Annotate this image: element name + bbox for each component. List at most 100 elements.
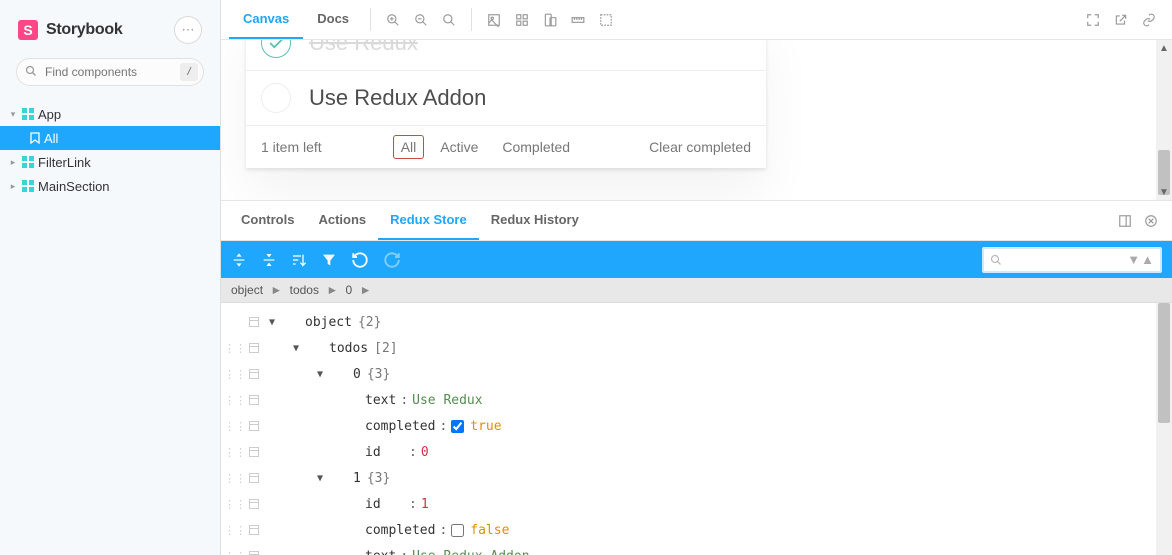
zoom-reset-icon[interactable] xyxy=(442,13,456,27)
addon-tab-redux-store[interactable]: Redux Store xyxy=(378,201,479,240)
tab-docs[interactable]: Docs xyxy=(303,0,363,39)
insert-icon[interactable] xyxy=(243,368,265,380)
insert-icon[interactable] xyxy=(243,394,265,406)
json-node-item[interactable]: ⋮⋮ ▼ 1 {3} xyxy=(221,465,1172,491)
check-circle-icon[interactable] xyxy=(261,40,291,58)
drag-handle-icon[interactable]: ⋮⋮ xyxy=(227,446,243,459)
addon-scrollbar[interactable] xyxy=(1156,303,1172,555)
open-tab-icon[interactable] xyxy=(1114,13,1128,27)
json-key: 0 xyxy=(353,367,361,382)
canvas-scrollbar[interactable]: ▲ ▼ xyxy=(1156,40,1172,200)
measure-icon[interactable] xyxy=(571,13,585,27)
breadcrumb-part[interactable]: object xyxy=(231,283,263,297)
json-value[interactable]: false xyxy=(470,523,509,538)
filter-completed[interactable]: Completed xyxy=(494,135,578,159)
json-value[interactable]: true xyxy=(470,419,501,434)
scroll-up-icon[interactable]: ▲ xyxy=(1156,40,1172,56)
caret-right-icon: ▸ xyxy=(8,181,18,192)
caret-down-icon[interactable]: ▼ xyxy=(265,317,279,328)
zoom-in-icon[interactable] xyxy=(386,13,400,27)
insert-icon[interactable] xyxy=(243,498,265,510)
json-value[interactable]: 1 xyxy=(421,497,429,512)
scroll-down-icon[interactable]: ▼ xyxy=(1156,184,1172,200)
tree-item-all[interactable]: All xyxy=(0,126,220,150)
json-count: [2] xyxy=(374,341,397,356)
json-node-item[interactable]: ⋮⋮ ▼ 0 {3} xyxy=(221,361,1172,387)
insert-icon[interactable] xyxy=(243,316,265,328)
fullscreen-icon[interactable] xyxy=(1086,13,1100,27)
insert-icon[interactable] xyxy=(243,524,265,536)
drag-handle-icon[interactable]: ⋮⋮ xyxy=(227,550,243,555)
drag-handle-icon[interactable]: ⋮⋮ xyxy=(227,394,243,407)
link-icon[interactable] xyxy=(1142,13,1156,27)
colon: : xyxy=(439,523,447,538)
json-field[interactable]: ⋮⋮ id : 1 xyxy=(221,491,1172,517)
sort-icon[interactable] xyxy=(291,252,307,268)
json-value[interactable]: 0 xyxy=(421,445,429,460)
caret-down-icon[interactable]: ▼ xyxy=(313,473,327,484)
todo-item[interactable]: Use Redux Addon xyxy=(246,71,766,126)
circle-icon[interactable] xyxy=(261,83,291,113)
panel-position-icon[interactable] xyxy=(1118,214,1132,228)
undo-icon[interactable] xyxy=(351,251,369,269)
json-field[interactable]: ⋮⋮ completed : true xyxy=(221,413,1172,439)
drag-handle-icon[interactable]: ⋮⋮ xyxy=(227,420,243,433)
drag-handle-icon[interactable]: ⋮⋮ xyxy=(227,498,243,511)
drag-handle-icon[interactable]: ⋮⋮ xyxy=(227,524,243,537)
tab-canvas[interactable]: Canvas xyxy=(229,0,303,39)
json-value[interactable]: Use Redux Addon xyxy=(412,549,529,555)
tree-item-mainsection[interactable]: ▸ MainSection xyxy=(0,174,220,198)
redo-icon[interactable] xyxy=(383,251,401,269)
insert-icon[interactable] xyxy=(243,420,265,432)
search-prev-icon[interactable]: ▲ xyxy=(1141,252,1154,267)
tree-item-filterlink[interactable]: ▸ FilterLink xyxy=(0,150,220,174)
filter-active[interactable]: Active xyxy=(432,135,486,159)
zoom-out-icon[interactable] xyxy=(414,13,428,27)
json-field[interactable]: ⋮⋮ text : Use Redux xyxy=(221,387,1172,413)
expand-all-icon[interactable] xyxy=(231,252,247,268)
bool-checkbox[interactable] xyxy=(451,420,464,433)
search-next-icon[interactable]: ▼ xyxy=(1127,252,1140,267)
app-root: S Storybook ⋯ / ▾ App xyxy=(0,0,1172,555)
clear-completed-button[interactable]: Clear completed xyxy=(649,139,751,155)
insert-icon[interactable] xyxy=(243,342,265,354)
insert-icon[interactable] xyxy=(243,472,265,484)
collapse-all-icon[interactable] xyxy=(261,252,277,268)
json-field[interactable]: ⋮⋮ id : 0 xyxy=(221,439,1172,465)
json-field[interactable]: ⋮⋮ completed : false xyxy=(221,517,1172,543)
json-field[interactable]: ⋮⋮ text : Use Redux Addon xyxy=(221,543,1172,555)
addon-tab-redux-history[interactable]: Redux History xyxy=(479,201,591,240)
tree-item-app[interactable]: ▾ App xyxy=(0,102,220,126)
breadcrumb-part[interactable]: todos xyxy=(290,283,319,297)
close-panel-icon[interactable] xyxy=(1144,214,1158,228)
caret-down-icon[interactable]: ▼ xyxy=(313,369,327,380)
json-node-root[interactable]: ▼ object {2} xyxy=(221,309,1172,335)
bookmark-icon xyxy=(30,132,40,144)
todo-item[interactable]: Use Redux xyxy=(246,40,766,71)
logo[interactable]: S Storybook xyxy=(18,20,122,40)
drag-handle-icon[interactable]: ⋮⋮ xyxy=(227,342,243,355)
addon-tab-controls[interactable]: Controls xyxy=(229,201,306,240)
filter-icon[interactable] xyxy=(321,252,337,268)
json-value[interactable]: Use Redux xyxy=(412,393,482,408)
background-icon[interactable] xyxy=(487,13,501,27)
json-node-todos[interactable]: ⋮⋮ ▼ todos [2] xyxy=(221,335,1172,361)
grid-icon[interactable] xyxy=(515,13,529,27)
toolbar-right xyxy=(1086,0,1164,39)
insert-icon[interactable] xyxy=(243,446,265,458)
search-input[interactable] xyxy=(16,58,204,86)
breadcrumb-part[interactable]: 0 xyxy=(346,283,353,297)
caret-down-icon[interactable]: ▼ xyxy=(289,343,303,354)
sidebar-menu-button[interactable]: ⋯ xyxy=(174,16,202,44)
drag-handle-icon[interactable]: ⋮⋮ xyxy=(227,368,243,381)
separator xyxy=(471,8,472,31)
insert-icon[interactable] xyxy=(243,550,265,555)
addon-tab-actions[interactable]: Actions xyxy=(306,201,378,240)
bool-checkbox[interactable] xyxy=(451,524,464,537)
filter-all[interactable]: All xyxy=(393,135,425,159)
scroll-thumb[interactable] xyxy=(1158,303,1170,423)
outline-icon[interactable] xyxy=(599,13,613,27)
drag-handle-icon[interactable]: ⋮⋮ xyxy=(227,472,243,485)
redux-search-input[interactable] xyxy=(1006,253,1127,267)
viewport-icon[interactable] xyxy=(543,13,557,27)
